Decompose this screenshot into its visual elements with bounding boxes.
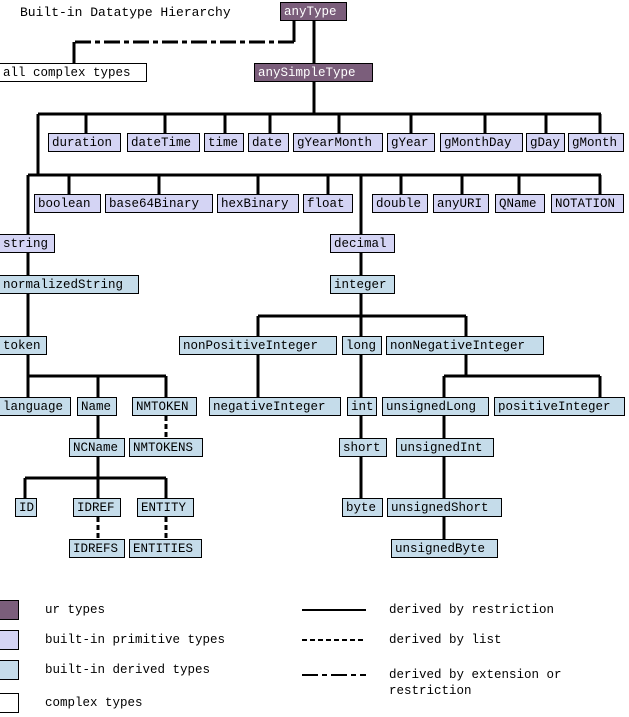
node-ID[interactable]: ID xyxy=(15,498,37,517)
legend-label-list: derived by list xyxy=(389,633,502,647)
node-decimal[interactable]: decimal xyxy=(330,234,395,253)
node-hexBinary[interactable]: hexBinary xyxy=(217,194,299,213)
node-IDREFS[interactable]: IDREFS xyxy=(69,539,125,558)
node-byte[interactable]: byte xyxy=(342,498,383,517)
node-unsignedByte[interactable]: unsignedByte xyxy=(391,539,498,558)
legend-swatch-primitive xyxy=(0,630,19,650)
node-time[interactable]: time xyxy=(204,133,244,152)
node-unsignedLong[interactable]: unsignedLong xyxy=(382,397,489,416)
node-integer[interactable]: integer xyxy=(330,275,395,294)
node-token[interactable]: token xyxy=(0,336,47,355)
legend-swatch-ur xyxy=(0,600,19,620)
node-nonNegativeInteger[interactable]: nonNegativeInteger xyxy=(386,336,544,355)
node-gDay[interactable]: gDay xyxy=(526,133,565,152)
node-negativeInteger[interactable]: negativeInteger xyxy=(209,397,341,416)
node-gYearMonth[interactable]: gYearMonth xyxy=(293,133,383,152)
node-double[interactable]: double xyxy=(372,194,428,213)
node-allComplexTypes[interactable]: all complex types xyxy=(0,63,147,82)
node-positiveInteger[interactable]: positiveInteger xyxy=(494,397,625,416)
legend-label-restriction: derived by restriction xyxy=(389,603,555,617)
node-gYear[interactable]: gYear xyxy=(387,133,435,152)
node-gMonthDay[interactable]: gMonthDay xyxy=(440,133,523,152)
legend-label-derived: built-in derived types xyxy=(45,663,211,677)
node-int[interactable]: int xyxy=(347,397,377,416)
node-IDREF[interactable]: IDREF xyxy=(73,498,121,517)
node-base64Binary[interactable]: base64Binary xyxy=(105,194,213,213)
node-long[interactable]: long xyxy=(342,336,382,355)
node-anyURI[interactable]: anyURI xyxy=(433,194,489,213)
node-NCName[interactable]: NCName xyxy=(69,438,125,457)
node-dateTime[interactable]: dateTime xyxy=(127,133,200,152)
legend-label-primitive: built-in primitive types xyxy=(45,633,226,647)
node-language[interactable]: language xyxy=(0,397,71,416)
node-normalizedString[interactable]: normalizedString xyxy=(0,275,139,294)
node-unsignedShort[interactable]: unsignedShort xyxy=(387,498,502,517)
node-duration[interactable]: duration xyxy=(48,133,121,152)
node-nonPositiveInteger[interactable]: nonPositiveInteger xyxy=(179,336,337,355)
node-ENTITY[interactable]: ENTITY xyxy=(137,498,194,517)
node-ENTITIES[interactable]: ENTITIES xyxy=(129,539,202,558)
node-QName[interactable]: QName xyxy=(495,194,545,213)
node-NMTOKEN[interactable]: NMTOKEN xyxy=(132,397,197,416)
node-short[interactable]: short xyxy=(339,438,387,457)
extension-lines xyxy=(72,21,296,63)
node-Name[interactable]: Name xyxy=(77,397,117,416)
node-NOTATION[interactable]: NOTATION xyxy=(551,194,624,213)
legend-label-complex: complex types xyxy=(45,696,143,710)
node-gMonth[interactable]: gMonth xyxy=(568,133,624,152)
node-anyType[interactable]: anyType xyxy=(280,2,347,21)
node-anySimpleType[interactable]: anySimpleType xyxy=(254,63,373,82)
legend-label-extension: derived by extension or restriction xyxy=(389,668,562,698)
legend-label-ur: ur types xyxy=(45,603,106,617)
node-boolean[interactable]: boolean xyxy=(34,194,101,213)
legend-swatch-complex xyxy=(0,693,19,713)
node-unsignedInt[interactable]: unsignedInt xyxy=(396,438,494,457)
node-NMTOKENS[interactable]: NMTOKENS xyxy=(129,438,203,457)
node-string[interactable]: string xyxy=(0,234,55,253)
legend-swatch-derived xyxy=(0,660,19,680)
node-float[interactable]: float xyxy=(303,194,353,213)
node-date[interactable]: date xyxy=(248,133,289,152)
